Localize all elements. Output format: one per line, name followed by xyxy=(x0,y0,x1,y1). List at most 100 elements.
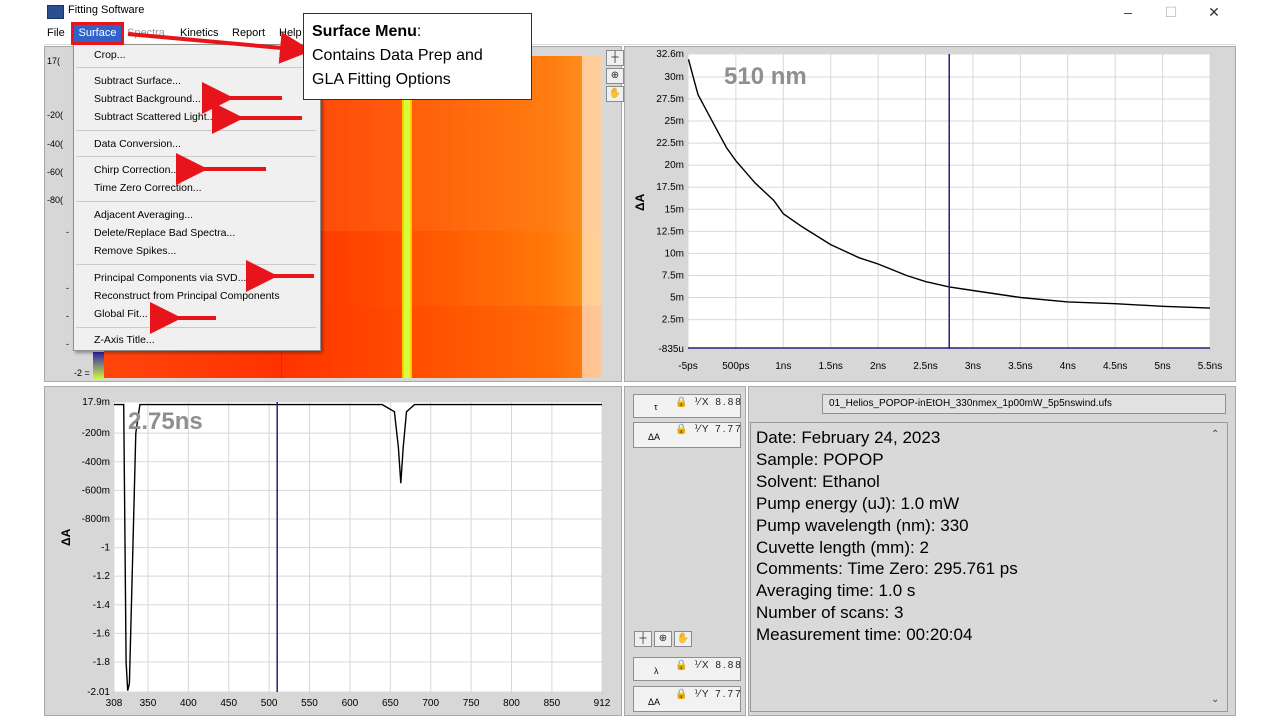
info-line: Solvent: Ethanol xyxy=(756,471,880,491)
filename-field[interactable]: 01_Helios_POPOP-inEtOH_330nmex_1p00mW_5p… xyxy=(822,394,1226,414)
menu-separator xyxy=(76,201,316,202)
menu-help[interactable]: Help xyxy=(279,27,302,39)
spectrum-ylabel: ΔA xyxy=(59,528,73,546)
menu-item-data-conversion[interactable]: Data Conversion... xyxy=(94,138,181,150)
spectrum-xtick-label: 500 xyxy=(261,698,278,709)
zoom-icon[interactable]: ⊕ xyxy=(654,631,672,647)
info-line: Date: February 24, 2023 xyxy=(756,428,941,447)
spectrum-ytick-label: -600m xyxy=(82,485,110,496)
window-title: Fitting Software xyxy=(68,4,145,16)
info-line: Comments: Time Zero: 295.761 ps xyxy=(756,559,1018,579)
spectrum-ytick-label: -400m xyxy=(82,457,110,468)
kinetics-xtick-label: 2ns xyxy=(870,361,886,372)
spectrum-xtick-label: 850 xyxy=(544,698,561,709)
cursor-move-icon[interactable]: ┼ xyxy=(634,631,652,647)
hand-pan-icon[interactable]: ✋ xyxy=(674,631,692,647)
menu-item-adjacent-averaging[interactable]: Adjacent Averaging... xyxy=(94,209,193,221)
info-line: Sample: POPOP xyxy=(756,449,884,469)
lambda-label: λ xyxy=(654,666,659,676)
menu-item-crop[interactable]: Crop... xyxy=(94,49,126,61)
spectrum-ytick-label: -2.01 xyxy=(87,687,110,698)
close-button[interactable]: ✕ xyxy=(1199,2,1229,22)
heatmap-line-edge-right xyxy=(410,56,412,378)
menu-item-time-zero-correction[interactable]: Time Zero Correction... xyxy=(94,182,202,194)
heatmap-ytick: -80( xyxy=(47,195,64,205)
spectrum-xtick-label: 700 xyxy=(422,698,439,709)
kinetics-ytick-label: 32.6m xyxy=(656,49,684,60)
spectrum-ytick-label: -1.4 xyxy=(93,600,111,611)
menu-bar xyxy=(44,24,1236,45)
heatmap-line-edge-left xyxy=(402,56,404,378)
heatmap-ytick: - xyxy=(66,227,69,237)
scroll-down-icon[interactable]: ⌄ xyxy=(1211,694,1219,705)
kinetics-ytick-label: 20m xyxy=(665,160,684,171)
kinetics-wavelength-label: 510 nm xyxy=(724,63,807,90)
spectrum-ytick-label: -200m xyxy=(82,428,110,439)
kinetics-ytick-label: 12.5m xyxy=(656,226,684,237)
callout-colon: : xyxy=(416,23,422,40)
info-line: Measurement time: 00:20:04 xyxy=(756,625,973,645)
menu-item-delete-replace-bad-spectra[interactable]: Delete/Replace Bad Spectra... xyxy=(94,227,235,239)
da-spectrum-axis-icons[interactable]: 🔒 ⅟Y 7.77 xyxy=(675,689,743,700)
da-axis-icons[interactable]: 🔒 ⅟Y 7.77 xyxy=(675,424,743,435)
minimize-button[interactable]: – xyxy=(1113,2,1143,22)
menu-spectra[interactable]: Spectra xyxy=(127,27,165,39)
spectrum-ytick-label: -1.6 xyxy=(93,628,111,639)
menu-item-remove-spikes[interactable]: Remove Spikes... xyxy=(94,245,176,257)
kinetics-ytick-label: 17.5m xyxy=(656,182,684,193)
kinetics-ytick-label: 27.5m xyxy=(656,94,684,105)
kinetics-ytick-label: 7.5m xyxy=(662,270,684,281)
menu-item-global-fit[interactable]: Global Fit... xyxy=(94,308,148,320)
kinetics-xtick-label: 3.5ns xyxy=(1008,361,1032,372)
kinetics-ytick-label: 5m xyxy=(670,293,684,304)
menu-item-principal-components-svd[interactable]: Principal Components via SVD... xyxy=(94,272,246,284)
spectrum-xtick-label: 750 xyxy=(463,698,480,709)
menu-kinetics[interactable]: Kinetics xyxy=(180,27,219,39)
da-label-spectrum: ΔA xyxy=(648,697,661,707)
menu-report[interactable]: Report xyxy=(232,27,265,39)
tau-label: τ xyxy=(654,402,658,412)
menu-item-subtract-surface[interactable]: Subtract Surface... xyxy=(94,75,181,87)
callout-body-line1: Contains Data Prep and xyxy=(312,47,483,64)
tau-axis-icons[interactable]: 🔒 ⅟X 8.88 xyxy=(675,397,743,408)
scroll-up-icon[interactable]: ⌃ xyxy=(1211,429,1219,440)
spectrum-chart[interactable]: 308 350 400 450 500 550 600 650 700 750 800 850 912 1… xyxy=(44,386,622,716)
menu-surface-highlight xyxy=(71,22,124,45)
spectrum-xtick-label: 600 xyxy=(342,698,359,709)
callout-title: Surface Menu xyxy=(312,23,417,40)
menu-item-reconstruct-principal-components[interactable]: Reconstruct from Principal Components xyxy=(94,290,280,302)
menu-item-chirp-correction[interactable]: Chirp Correction... xyxy=(94,164,179,176)
info-line: Averaging time: 1.0 s xyxy=(756,581,916,601)
spectrum-plot-area xyxy=(113,401,603,693)
surface-menu-dropdown: Crop... Subtract Surface... Subtract Bac… xyxy=(73,44,321,351)
kinetics-xtick-label: 3ns xyxy=(965,361,981,372)
heatmap-ytick: 17( xyxy=(47,56,61,66)
hand-pan-icon[interactable]: ✋ xyxy=(606,86,624,102)
menu-separator xyxy=(76,327,316,328)
spectrum-xtick-label: 450 xyxy=(220,698,237,709)
menu-file[interactable]: File xyxy=(47,27,65,39)
kinetics-chart[interactable]: -5ps 500ps 1ns 1.5ns 2ns 2.5ns 3ns 3.5ns 4ns 4.5n… xyxy=(624,46,1236,382)
kinetics-xtick-label: 5ns xyxy=(1155,361,1171,372)
lambda-axis-icons[interactable]: 🔒 ⅟X 8.88 xyxy=(675,660,743,671)
menu-item-z-axis-title[interactable]: Z-Axis Title... xyxy=(94,334,155,346)
maximize-button[interactable]: ☐ xyxy=(1156,2,1186,22)
spectrum-time-label: 2.75ns xyxy=(128,408,203,435)
kinetics-ytick-label: 2.5m xyxy=(662,315,684,326)
cursor-move-icon[interactable]: ┼ xyxy=(606,50,624,66)
spectrum-ytick-label: -1 xyxy=(101,543,110,554)
heatmap-ytick: -60( xyxy=(47,167,64,177)
kinetics-ytick-label: 25m xyxy=(665,116,684,127)
kinetics-xtick-label: 4.5ns xyxy=(1103,361,1127,372)
info-line: Number of scans: 3 xyxy=(756,603,904,623)
kinetics-ytick-label: 22.5m xyxy=(656,138,684,149)
kinetics-ytick-label: 10m xyxy=(665,248,684,259)
menu-item-subtract-scattered-light[interactable]: Subtract Scattered Light... xyxy=(94,111,215,123)
heatmap-ytick: -40( xyxy=(47,139,64,149)
kinetics-ylabel: ΔA xyxy=(633,193,647,211)
menu-item-subtract-background[interactable]: Subtract Background... xyxy=(94,93,201,105)
spectrum-xtick-label: 650 xyxy=(382,698,399,709)
heatmap-ytick: -2 = xyxy=(74,368,90,378)
zoom-icon[interactable]: ⊕ xyxy=(606,68,624,84)
menu-separator xyxy=(76,264,316,265)
